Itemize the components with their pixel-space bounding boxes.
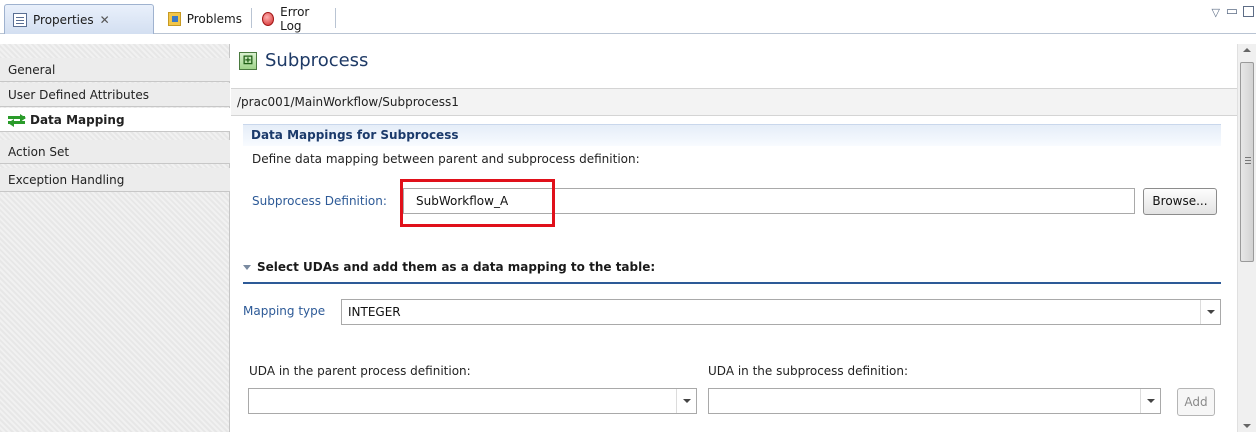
- sidebar-item-label: Action Set: [8, 144, 70, 159]
- chevron-down-icon[interactable]: [1140, 389, 1160, 413]
- tab-problems-label: Problems: [186, 12, 242, 26]
- chevron-down-icon[interactable]: [676, 389, 696, 413]
- sidebar-item-general[interactable]: General: [0, 58, 230, 82]
- maximize-icon[interactable]: [1243, 6, 1254, 17]
- section-title: Data Mappings for Subprocess: [243, 124, 1221, 146]
- section-description: Define data mapping between parent and s…: [252, 152, 640, 166]
- subprocess-definition-label: Subprocess Definition:: [252, 194, 387, 208]
- properties-content: ⊞ Subprocess /prac001/MainWorkflow/Subpr…: [231, 34, 1237, 432]
- mapping-type-value: INTEGER: [348, 305, 401, 319]
- tab-properties[interactable]: Properties ✕: [4, 4, 154, 34]
- tab-properties-label: Properties: [33, 12, 94, 27]
- grip-icon: [1245, 157, 1251, 158]
- error-log-icon: [262, 12, 275, 26]
- tab-separator: [335, 8, 336, 28]
- sidebar-item-label: Exception Handling: [8, 172, 125, 187]
- sidebar-item-label: Data Mapping: [30, 112, 125, 127]
- properties-icon: [13, 12, 27, 27]
- tab-error-log[interactable]: Error Log: [254, 4, 334, 34]
- parent-uda-label: UDA in the parent process definition:: [249, 364, 471, 378]
- vertical-scrollbar[interactable]: [1237, 44, 1256, 432]
- tab-separator: [251, 8, 252, 28]
- view-tab-bar: Properties ✕ Problems Error Log ▽ ▭: [0, 0, 1256, 34]
- sidebar-item-user-defined-attributes[interactable]: User Defined Attributes: [0, 83, 230, 107]
- collapse-icon[interactable]: [243, 265, 251, 270]
- sidebar-item-label: General: [8, 62, 56, 77]
- scrollbar-thumb[interactable]: [1240, 62, 1254, 262]
- subprocess-icon: ⊞: [239, 52, 257, 70]
- subprocess-uda-label: UDA in the subprocess definition:: [708, 364, 909, 378]
- mapping-type-label: Mapping type: [243, 304, 326, 318]
- mapping-type-select[interactable]: INTEGER: [341, 299, 1221, 325]
- section-divider: [243, 282, 1221, 284]
- page-header: ⊞ Subprocess: [231, 40, 1237, 88]
- uda-section-title[interactable]: Select UDAs and add them as a data mappi…: [243, 260, 655, 274]
- tab-problems[interactable]: Problems: [160, 4, 250, 34]
- page-title: Subprocess: [265, 50, 369, 71]
- sidebar-item-label: User Defined Attributes: [8, 87, 150, 102]
- view-menu-icon[interactable]: ▽: [1212, 6, 1220, 19]
- sidebar-item-exception-handling[interactable]: Exception Handling: [0, 168, 230, 192]
- subprocess-uda-select[interactable]: [708, 388, 1161, 414]
- tab-error-log-label: Error Log: [280, 5, 310, 33]
- properties-sidebar: General User Defined Attributes Data Map…: [0, 44, 230, 432]
- scroll-up-icon[interactable]: [1243, 48, 1251, 52]
- scroll-down-icon[interactable]: [1243, 424, 1251, 428]
- highlight-box: [400, 179, 555, 227]
- close-icon[interactable]: ✕: [100, 13, 110, 27]
- uda-section-title-label: Select UDAs and add them as a data mappi…: [257, 260, 656, 274]
- data-mapping-icon: [8, 113, 26, 127]
- sidebar-item-data-mapping[interactable]: Data Mapping: [0, 108, 230, 132]
- minimize-icon[interactable]: ▭: [1226, 4, 1238, 19]
- sidebar-item-action-set[interactable]: Action Set: [0, 140, 230, 164]
- breadcrumb: /prac001/MainWorkflow/Subprocess1: [231, 88, 1237, 116]
- chevron-down-icon[interactable]: [1200, 300, 1220, 324]
- parent-uda-select[interactable]: [248, 388, 697, 414]
- problems-icon: [168, 12, 181, 26]
- add-button[interactable]: Add: [1177, 388, 1215, 416]
- browse-button[interactable]: Browse...: [1143, 188, 1217, 215]
